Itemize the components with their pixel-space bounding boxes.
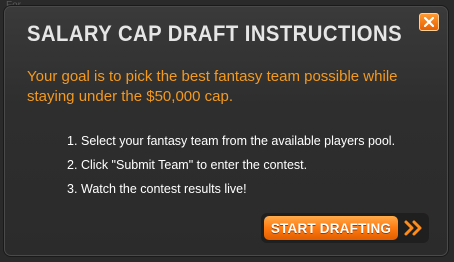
double-chevron-right-icon[interactable] — [403, 219, 425, 237]
instructions-modal: SALARY CAP DRAFT INSTRUCTIONS Your goal … — [4, 6, 448, 256]
list-item: 1. Select your fantasy team from the ava… — [67, 133, 395, 149]
list-item: 3. Watch the contest results live! — [67, 181, 395, 197]
close-button[interactable] — [419, 13, 439, 31]
list-item: 2. Click "Submit Team" to enter the cont… — [67, 157, 395, 173]
modal-title: SALARY CAP DRAFT INSTRUCTIONS — [27, 21, 403, 46]
start-drafting-label[interactable]: START DRAFTING — [264, 216, 398, 240]
goal-text: Your goal is to pick the best fantasy te… — [27, 68, 398, 105]
start-drafting-button[interactable]: START DRAFTING — [261, 213, 429, 243]
step-number: 2. — [67, 158, 78, 172]
step-number: 1. — [67, 134, 78, 148]
step-number: 3. — [67, 182, 78, 196]
step-text: Select your fantasy team from the availa… — [81, 134, 396, 148]
close-x-icon — [424, 17, 434, 27]
steps-list: 1. Select your fantasy team from the ava… — [67, 133, 395, 205]
step-text: Click "Submit Team" to enter the contest… — [81, 158, 308, 172]
step-text: Watch the contest results live! — [81, 182, 247, 196]
